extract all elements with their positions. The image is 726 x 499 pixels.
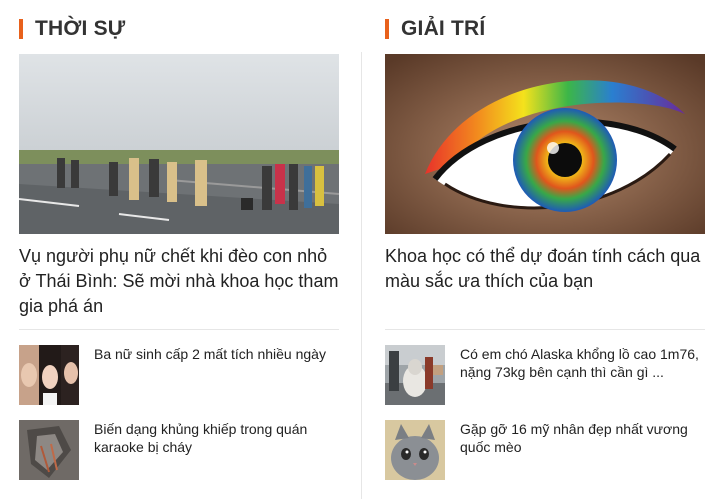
article-title[interactable]: Ba nữ sinh cấp 2 mất tích nhiều ngày (94, 345, 339, 363)
section-header[interactable]: THỜI SỰ (19, 16, 125, 42)
article-thumbnail[interactable] (385, 345, 445, 405)
hero-article-title[interactable]: Vụ người phụ nữ chết khi đèo con nhỏ ở T… (19, 244, 339, 319)
article-thumbnail[interactable] (19, 345, 79, 405)
hero-image[interactable] (19, 54, 339, 234)
hero-article-title[interactable]: Khoa học có thể dự đoán tính cách qua mà… (385, 244, 705, 294)
section-title[interactable]: THỜI SỰ (35, 17, 125, 41)
separator (19, 329, 339, 330)
list-item[interactable]: Biến dạng khủng khiếp trong quán karaoke… (19, 420, 339, 480)
separator (385, 329, 705, 330)
hero-image[interactable] (385, 54, 705, 234)
article-title[interactable]: Có em chó Alaska khổng lồ cao 1m76, nặng… (460, 345, 705, 381)
section-accent-bar (19, 19, 23, 39)
section-accent-bar (385, 19, 389, 39)
article-title[interactable]: Biến dạng khủng khiếp trong quán karaoke… (94, 420, 339, 456)
article-thumbnail[interactable] (385, 420, 445, 480)
section-header[interactable]: GIẢI TRÍ (385, 16, 485, 42)
article-thumbnail[interactable] (19, 420, 79, 480)
list-item[interactable]: Có em chó Alaska khổng lồ cao 1m76, nặng… (385, 345, 705, 405)
section-title[interactable]: GIẢI TRÍ (401, 17, 485, 41)
list-item[interactable]: Gặp gỡ 16 mỹ nhân đẹp nhất vương quốc mè… (385, 420, 705, 480)
list-item[interactable]: Ba nữ sinh cấp 2 mất tích nhiều ngày (19, 345, 339, 405)
column-divider (361, 52, 362, 499)
article-title[interactable]: Gặp gỡ 16 mỹ nhân đẹp nhất vương quốc mè… (460, 420, 705, 456)
